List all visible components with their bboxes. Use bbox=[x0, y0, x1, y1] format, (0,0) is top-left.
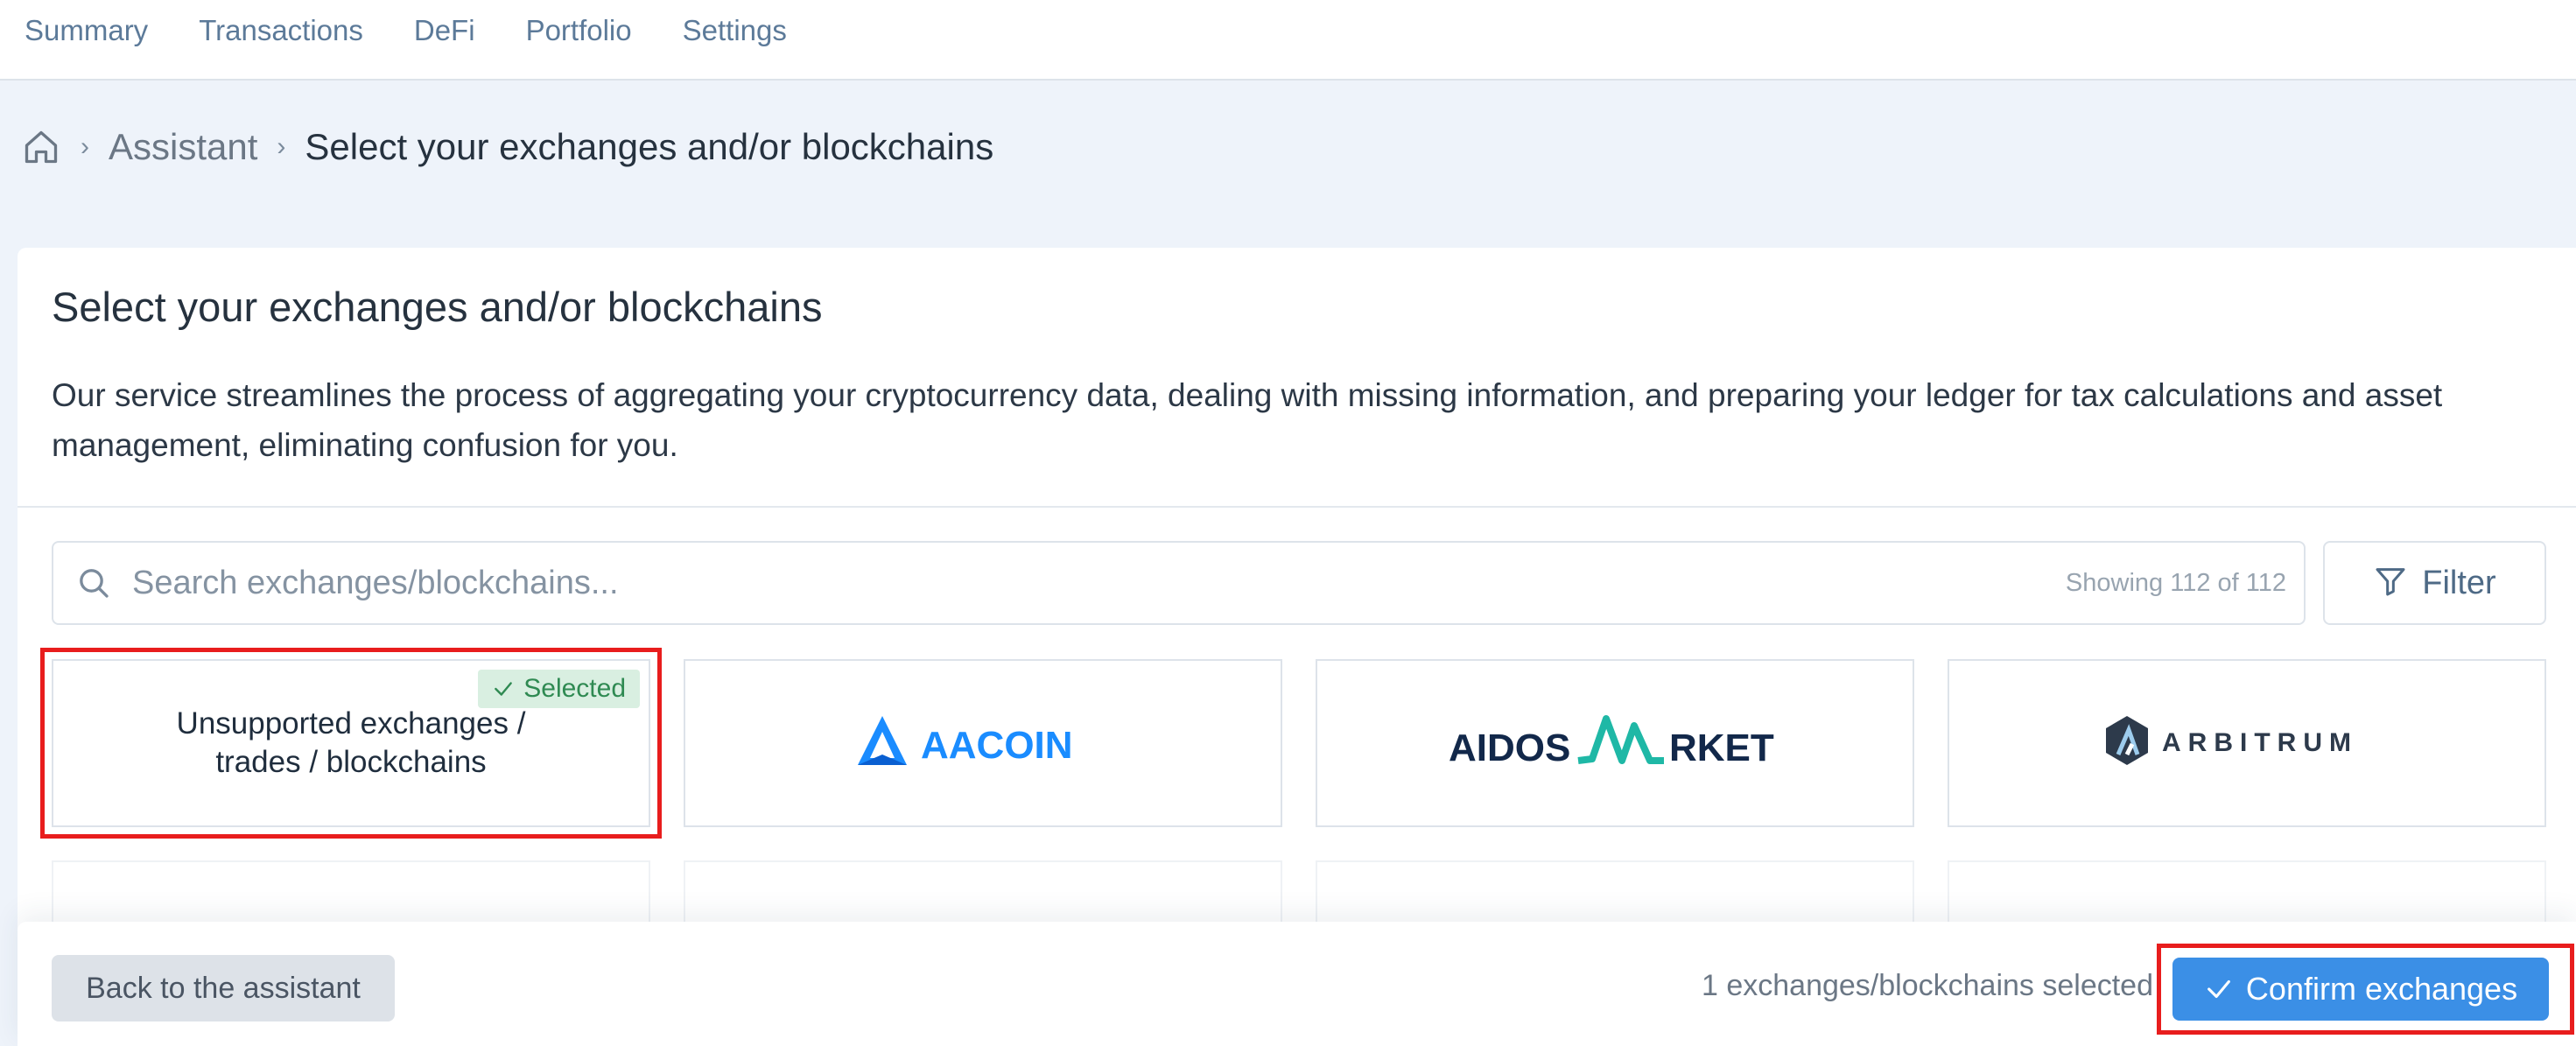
divider bbox=[18, 506, 2576, 508]
page-title: Select your exchanges and/or blockchains bbox=[52, 284, 823, 330]
arbitrum-logo: ARBITRUM bbox=[2106, 716, 2358, 765]
tile-label: Unsupported exchanges / trades / blockch… bbox=[176, 706, 526, 779]
selected-badge-label: Selected bbox=[523, 674, 626, 703]
breadcrumb-separator-icon: › bbox=[81, 132, 89, 161]
nav-transactions[interactable]: Transactions bbox=[199, 0, 363, 47]
nav-settings[interactable]: Settings bbox=[683, 0, 787, 47]
confirm-label: Confirm exchanges bbox=[2245, 971, 2518, 1007]
aacoin-logo: AACOIN bbox=[858, 716, 1073, 767]
filter-button[interactable]: Filter bbox=[2323, 541, 2546, 625]
selected-count-text: 1 exchanges/blockchains selected bbox=[1702, 969, 2153, 1002]
aidos-logo-text: AIDOS bbox=[1449, 727, 1570, 769]
filter-label: Filter bbox=[2422, 564, 2496, 601]
search-icon bbox=[73, 562, 115, 604]
search-box[interactable]: Showing 112 of 112 bbox=[52, 541, 2306, 625]
footer-action-bar: Back to the assistant 1 exchanges/blockc… bbox=[18, 922, 2576, 1046]
nav-summary[interactable]: Summary bbox=[25, 0, 148, 47]
filter-icon bbox=[2373, 564, 2408, 603]
search-input[interactable] bbox=[132, 564, 2066, 602]
breadcrumb: › Assistant › Select your exchanges and/… bbox=[21, 121, 993, 173]
tile-aidosmarket[interactable]: AIDOS RKET bbox=[1316, 659, 1914, 827]
breadcrumb-current: Select your exchanges and/or blockchains bbox=[305, 126, 994, 167]
confirm-highlight: Confirm exchanges bbox=[2157, 944, 2574, 1035]
check-icon bbox=[2207, 979, 2230, 999]
top-navigation: Summary Transactions DeFi Portfolio Sett… bbox=[0, 0, 2576, 81]
tile-arbitrum[interactable]: ARBITRUM bbox=[1948, 659, 2546, 827]
market-wave-icon bbox=[1577, 715, 1664, 764]
tile-aacoin[interactable]: AACOIN bbox=[684, 659, 1282, 827]
aacoin-logo-text: AACOIN bbox=[921, 724, 1073, 767]
result-count: Showing 112 of 112 bbox=[2065, 568, 2286, 597]
confirm-exchanges-button[interactable]: Confirm exchanges bbox=[2172, 958, 2549, 1021]
breadcrumb-separator-icon: › bbox=[277, 132, 286, 161]
market-logo-text: RKET bbox=[1669, 727, 1774, 769]
page-description: Our service streamlines the process of a… bbox=[52, 377, 2443, 463]
nav-defi[interactable]: DeFi bbox=[414, 0, 475, 47]
tile-unsupported[interactable]: Selected Unsupported exchanges / trades … bbox=[40, 648, 662, 839]
back-to-assistant-button[interactable]: Back to the assistant bbox=[52, 955, 395, 1021]
nav-portfolio[interactable]: Portfolio bbox=[526, 0, 632, 47]
arbitrum-logo-text: ARBITRUM bbox=[2162, 728, 2358, 757]
breadcrumb-assistant-link[interactable]: Assistant bbox=[109, 126, 257, 168]
home-icon[interactable] bbox=[21, 127, 61, 167]
aidosmarket-logo: AIDOS RKET bbox=[1449, 715, 1774, 769]
check-icon bbox=[495, 682, 513, 696]
selected-badge: Selected bbox=[478, 670, 640, 708]
